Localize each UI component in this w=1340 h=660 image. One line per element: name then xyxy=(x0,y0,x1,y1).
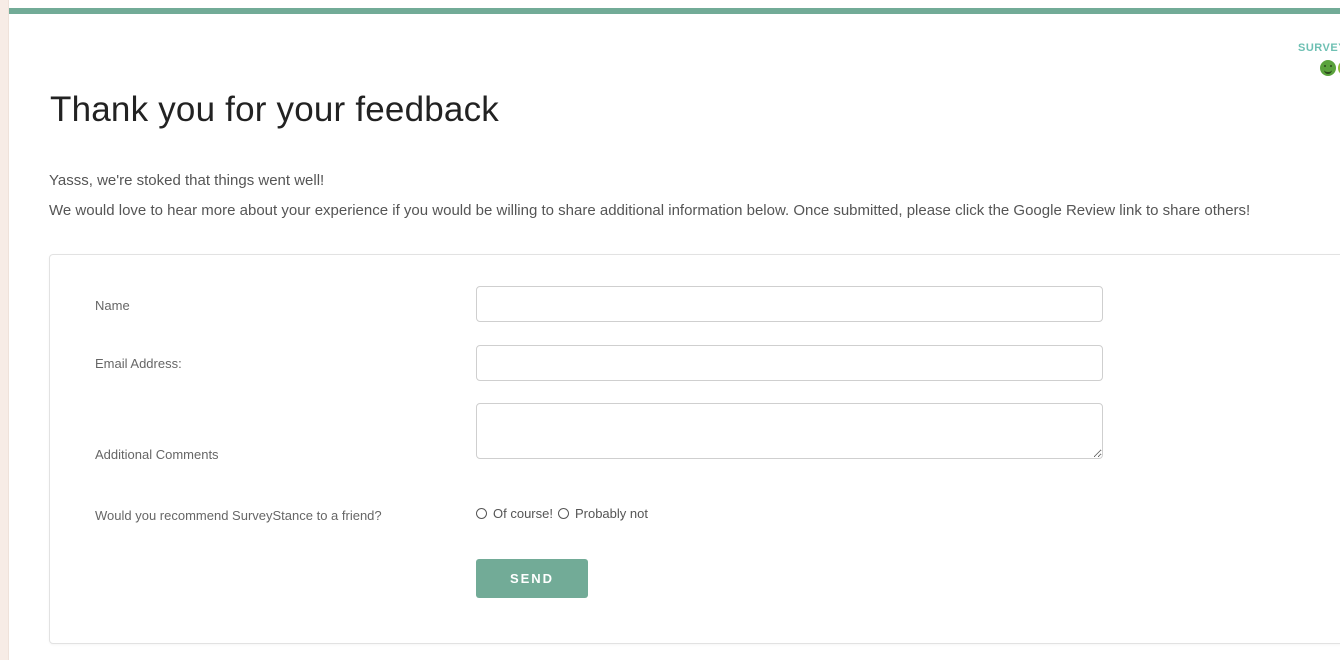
surveystance-logo[interactable]: SURVEY xyxy=(1280,42,1340,86)
page-title: Thank you for your feedback xyxy=(50,90,499,129)
left-border xyxy=(0,0,8,660)
top-accent-bar xyxy=(9,8,1340,14)
comments-textarea[interactable] xyxy=(476,403,1103,459)
intro-text: We would love to hear more about your ex… xyxy=(49,202,1251,219)
page: SURVEY Thank you for your feedback Yasss… xyxy=(0,0,1340,660)
recommend-option-no[interactable]: Probably not xyxy=(557,506,648,521)
happy-face-icon xyxy=(1320,60,1336,76)
email-label: Email Address: xyxy=(95,356,182,371)
recommend-radio-group: Of course! Probably not xyxy=(476,506,653,521)
logo-text: SURVEY xyxy=(1298,42,1340,54)
left-border-line xyxy=(8,0,9,660)
radio-yes-label: Of course! xyxy=(493,506,553,521)
radio-no-label: Probably not xyxy=(574,506,648,521)
name-input[interactable] xyxy=(476,286,1103,322)
name-label: Name xyxy=(95,298,130,313)
radio-yes[interactable] xyxy=(476,508,487,519)
feedback-form-card: Name Email Address: Additional Comments … xyxy=(49,254,1340,644)
email-input[interactable] xyxy=(476,345,1103,381)
send-button[interactable]: SEND xyxy=(476,559,588,598)
page-subtitle: Yasss, we're stoked that things went wel… xyxy=(49,172,325,189)
radio-no[interactable] xyxy=(557,508,569,519)
recommend-label: Would you recommend SurveyStance to a fr… xyxy=(95,508,382,523)
recommend-option-yes[interactable]: Of course! xyxy=(476,506,553,521)
comments-label: Additional Comments xyxy=(95,447,219,462)
